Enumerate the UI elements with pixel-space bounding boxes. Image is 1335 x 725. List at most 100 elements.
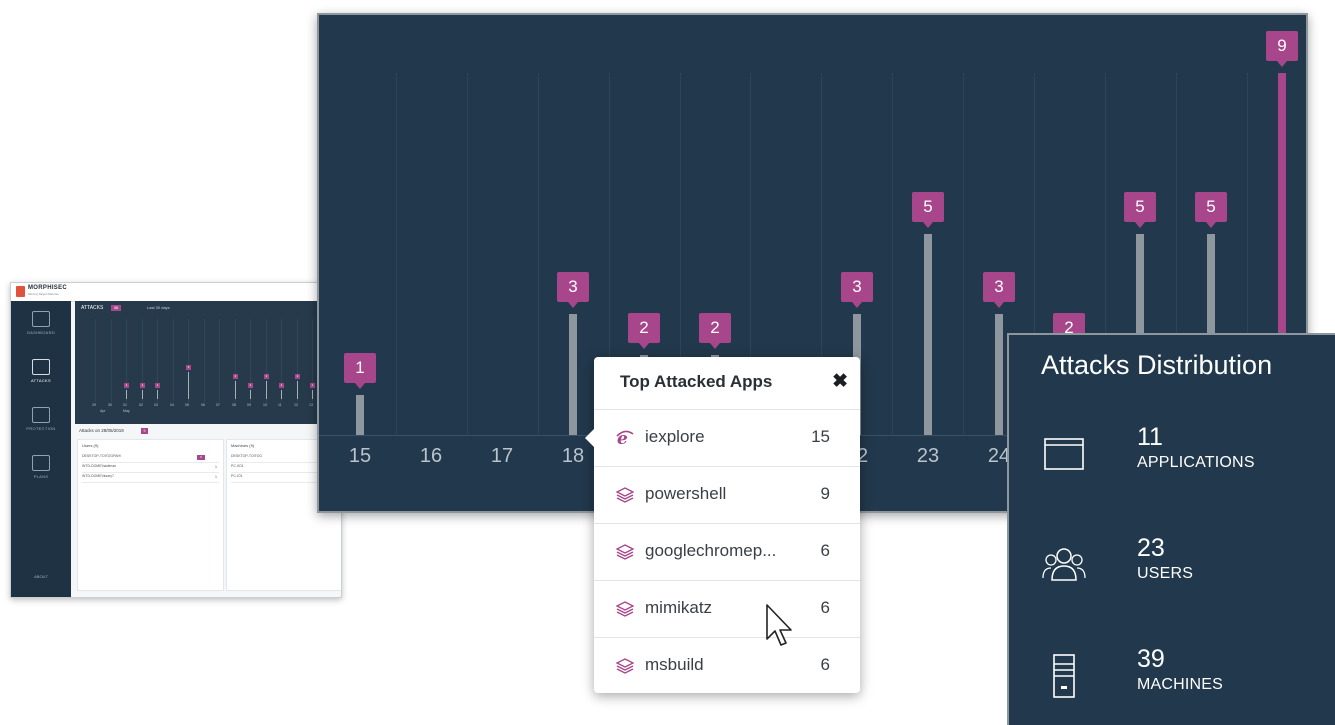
chart-grid-line bbox=[963, 73, 964, 435]
chart-bar-label: 5 bbox=[1124, 192, 1156, 228]
mini-chart-bar-label: 2 bbox=[295, 374, 300, 379]
machines-label: MACHINES bbox=[1137, 676, 1224, 693]
mini-machine-name: PC-IO1 bbox=[231, 474, 243, 478]
chart-x-tick: 23 bbox=[916, 445, 940, 467]
mini-nav-dashboard[interactable]: DASHBOARD bbox=[11, 311, 71, 335]
applications-label: APPLICATIONS bbox=[1137, 454, 1255, 471]
mini-user-row[interactable]: WTD-DOME\hadtman 1 bbox=[82, 464, 219, 473]
mini-chart-bar[interactable] bbox=[266, 381, 267, 399]
chart-bar[interactable] bbox=[995, 314, 1003, 435]
attacks-distribution-panel: Attacks Distribution 11 APPLICATIONS 23 … bbox=[1007, 333, 1335, 725]
chart-x-tick: 16 bbox=[419, 445, 443, 467]
mini-sidebar: DASHBOARD ATTACKS PROTECTION PLANS ABOUT bbox=[11, 301, 71, 597]
chart-bar-label: 3 bbox=[557, 272, 589, 308]
mini-grid-line bbox=[204, 319, 205, 402]
mini-month-label: Apr bbox=[100, 409, 106, 413]
dashboard-icon bbox=[32, 311, 50, 327]
mini-nav-label: ATTACKS bbox=[31, 378, 51, 383]
distribution-machines[interactable]: 39 MACHINES bbox=[1041, 645, 1331, 715]
mini-topbar: MORPHISEC Moving Target Defense bbox=[11, 283, 341, 302]
chart-bar-label: 5 bbox=[1195, 192, 1227, 228]
window-icon bbox=[1044, 438, 1084, 470]
mini-chart-bar[interactable] bbox=[250, 390, 251, 399]
chart-grid-line bbox=[538, 73, 539, 435]
chart-grid-line bbox=[396, 73, 397, 435]
mini-chart-bar[interactable] bbox=[235, 381, 236, 399]
distribution-applications[interactable]: 11 APPLICATIONS bbox=[1041, 423, 1331, 493]
mini-nav-label: PROTECTION bbox=[26, 426, 56, 431]
mini-chart-bar[interactable] bbox=[312, 390, 313, 399]
mini-chart-bar[interactable] bbox=[188, 372, 189, 399]
app-name: powershell bbox=[645, 484, 727, 503]
mini-x-tick: 30 bbox=[108, 403, 112, 407]
chart-bar-label: 5 bbox=[912, 192, 944, 228]
mini-nav-attacks[interactable]: ATTACKS bbox=[11, 359, 71, 383]
app-row-msbuild[interactable]: msbuild 6 bbox=[594, 637, 860, 694]
app-row-mimikatz[interactable]: mimikatz 6 bbox=[594, 580, 860, 638]
close-icon[interactable]: ✖ bbox=[832, 370, 848, 393]
mini-chart-bar[interactable] bbox=[297, 381, 298, 399]
mini-user-name: DESKTOP-TOITOGPAH\ bbox=[82, 454, 122, 458]
mini-x-tick: 08 bbox=[232, 403, 236, 407]
app-name: msbuild bbox=[645, 655, 704, 674]
mini-chart-bar[interactable] bbox=[142, 390, 143, 399]
mini-x-tick: 11 bbox=[278, 403, 282, 407]
mini-x-tick: 02 bbox=[139, 403, 143, 407]
users-label: USERS bbox=[1137, 565, 1194, 582]
layers-icon bbox=[616, 487, 634, 503]
mini-chart-bar-label: 1 bbox=[155, 383, 160, 388]
mini-users-panel: Users (9) DESKTOP-TOITOGPAH\ 9 WTD-DOME\… bbox=[77, 439, 224, 591]
app-row-iexplore[interactable]: e iexplore 15 bbox=[594, 409, 860, 467]
mini-user-row[interactable]: WTD-DOME\hisary7 1 bbox=[82, 474, 219, 483]
mini-x-tick: 09 bbox=[247, 403, 251, 407]
distribution-users[interactable]: 23 USERS bbox=[1041, 534, 1331, 604]
chart-bar-label: 2 bbox=[628, 313, 660, 349]
chart-bar-label: 1 bbox=[344, 353, 376, 389]
mini-nav-plans[interactable]: PLANS bbox=[11, 455, 71, 479]
mini-chart-bar-label: 1 bbox=[279, 383, 284, 388]
mini-chart-bar-label: 1 bbox=[124, 383, 129, 388]
mini-grid-line bbox=[173, 319, 174, 402]
mini-about-link[interactable]: ABOUT bbox=[11, 574, 71, 579]
mini-chart-bar-label: 2 bbox=[264, 374, 269, 379]
mini-x-tick: 06 bbox=[201, 403, 205, 407]
mini-user-name: WTD-DOME\hadtman bbox=[82, 464, 117, 468]
morphisec-logo-icon bbox=[16, 286, 25, 297]
ie-icon: e bbox=[616, 429, 634, 447]
chart-bar[interactable] bbox=[356, 395, 364, 435]
popup-pointer bbox=[585, 429, 594, 447]
mini-x-tick: 03 bbox=[154, 403, 158, 407]
mini-user-badge: 9 bbox=[197, 455, 205, 460]
mini-chart-bar-label: 2 bbox=[233, 374, 238, 379]
mini-user-name: WTD-DOME\hisary7 bbox=[82, 474, 114, 478]
chart-bar[interactable] bbox=[924, 234, 932, 435]
mini-attacks-chart: ATTACKS 36 Last 30 days 29 30 01 02 03 04 05 06… bbox=[75, 301, 341, 424]
mini-attacks-date: Attacks on 28/05/2019 bbox=[79, 428, 124, 433]
mini-range-select[interactable]: Last 30 days bbox=[147, 305, 170, 310]
app-name: iexplore bbox=[645, 427, 705, 446]
mini-x-tick: 10 bbox=[263, 403, 267, 407]
mini-nav-protection[interactable]: PROTECTION bbox=[11, 407, 71, 431]
shield-icon bbox=[32, 407, 50, 423]
chart-bar-label: 2 bbox=[699, 313, 731, 349]
mini-chart-bar-label: 1 bbox=[310, 383, 315, 388]
mini-user-row[interactable]: DESKTOP-TOITOGPAH\ 9 bbox=[82, 454, 219, 463]
mini-user-count: 1 bbox=[215, 465, 217, 469]
mini-grid-line bbox=[95, 319, 96, 402]
mini-attacks-date-badge: 9 bbox=[141, 428, 148, 434]
mini-x-tick: 07 bbox=[216, 403, 220, 407]
mini-month-label: May bbox=[123, 409, 130, 413]
applications-count: 11 bbox=[1137, 423, 1163, 451]
dashboard-thumbnail: MORPHISEC Moving Target Defense DASHBOAR… bbox=[10, 282, 342, 598]
swords-icon bbox=[32, 359, 50, 375]
mini-chart-bar-label: 1 bbox=[140, 383, 145, 388]
mini-chart-bar[interactable] bbox=[281, 390, 282, 399]
chart-bar-label: 3 bbox=[841, 272, 873, 308]
mini-chart-bar[interactable] bbox=[157, 390, 158, 399]
mini-attacks-count-badge: 36 bbox=[111, 305, 121, 311]
chart-bar[interactable] bbox=[569, 314, 577, 435]
mini-chart-bar[interactable] bbox=[126, 390, 127, 399]
mini-chart-bar-label: 1 bbox=[248, 383, 253, 388]
app-row-powershell[interactable]: powershell 9 bbox=[594, 466, 860, 524]
app-row-googlechrome[interactable]: googlechromep... 6 bbox=[594, 523, 860, 581]
